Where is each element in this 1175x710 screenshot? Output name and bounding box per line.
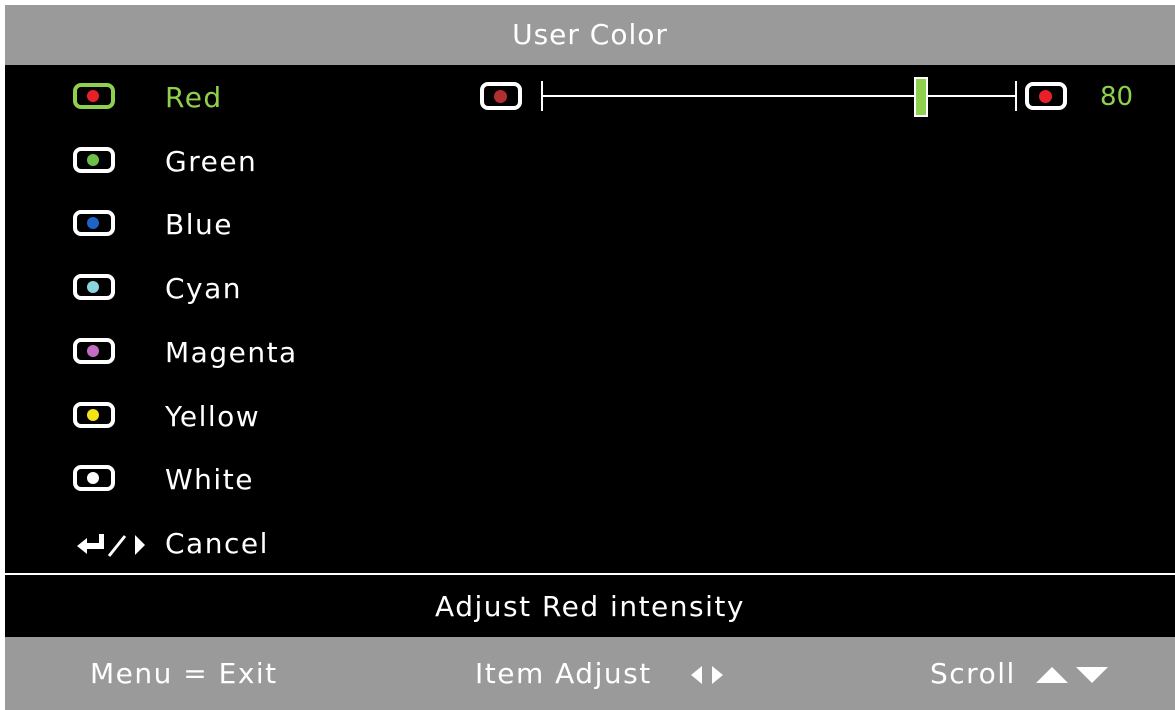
menu-item-yellow[interactable]: Yellow: [5, 386, 425, 448]
page-title: User Color: [512, 18, 668, 51]
menu-item-cancel[interactable]: Cancel: [5, 513, 425, 575]
menu-item-green[interactable]: Green: [5, 131, 425, 193]
menu-item-label: Cancel: [165, 527, 269, 560]
max-color-icon: [1025, 82, 1067, 110]
color-swatch-icon: [73, 210, 115, 237]
scroll-hint: Scroll: [930, 637, 1112, 710]
divider: [5, 573, 1175, 575]
color-swatch-icon: [73, 465, 115, 492]
menu-item-label: Blue: [165, 208, 233, 242]
menu-item-label: Yellow: [165, 399, 261, 433]
color-swatch-icon: [73, 146, 115, 173]
min-color-icon: [480, 82, 522, 110]
slider-track: [543, 95, 1015, 97]
left-right-arrows-icon: [691, 666, 724, 684]
color-swatch-icon: [73, 83, 115, 109]
slider-value: 80: [1100, 82, 1134, 112]
menu-item-label: Cyan: [165, 272, 243, 306]
help-text: Adjust Red intensity: [435, 590, 745, 623]
osd-window: User Color Red Green Blue Cyan Magenta Yellow…: [5, 5, 1175, 710]
menu-item-label: Green: [165, 144, 258, 178]
max-color-dot: [1039, 90, 1052, 103]
up-down-arrows-icon: [1036, 667, 1109, 683]
color-dot: [87, 217, 99, 230]
min-color-dot: [494, 90, 507, 103]
color-dot: [87, 90, 99, 102]
item-adjust-label: Item Adjust: [475, 657, 652, 690]
red-intensity-slider[interactable]: 80: [475, 77, 1165, 121]
scroll-label: Scroll: [930, 657, 1016, 690]
menu-exit-hint: Menu = Exit: [90, 657, 278, 690]
enter-arrow-icon: [77, 534, 145, 557]
color-swatch-icon: [73, 337, 115, 364]
color-dot: [87, 408, 99, 421]
color-dot: [87, 153, 99, 166]
color-dot: [87, 281, 99, 294]
menu-item-label: Red: [165, 81, 223, 114]
color-dot: [87, 472, 99, 485]
menu-item-cyan[interactable]: Cyan: [5, 258, 425, 320]
menu-item-magenta[interactable]: Magenta: [5, 322, 425, 384]
menu-item-label: Magenta: [165, 335, 298, 369]
menu-item-label: White: [165, 463, 254, 497]
slider-thumb[interactable]: [913, 77, 928, 117]
color-swatch-icon: [73, 401, 115, 428]
footer-bar: Menu = Exit Item Adjust Scroll: [5, 637, 1175, 710]
slider-track-end: [1015, 81, 1017, 111]
color-swatch-icon: [73, 274, 115, 301]
menu-item-red[interactable]: Red: [5, 67, 425, 129]
menu-item-blue[interactable]: Blue: [5, 194, 425, 256]
color-dot: [87, 344, 99, 357]
menu-item-white[interactable]: White: [5, 449, 425, 511]
item-adjust-hint: Item Adjust: [475, 637, 734, 710]
title-bar: User Color: [5, 5, 1175, 65]
